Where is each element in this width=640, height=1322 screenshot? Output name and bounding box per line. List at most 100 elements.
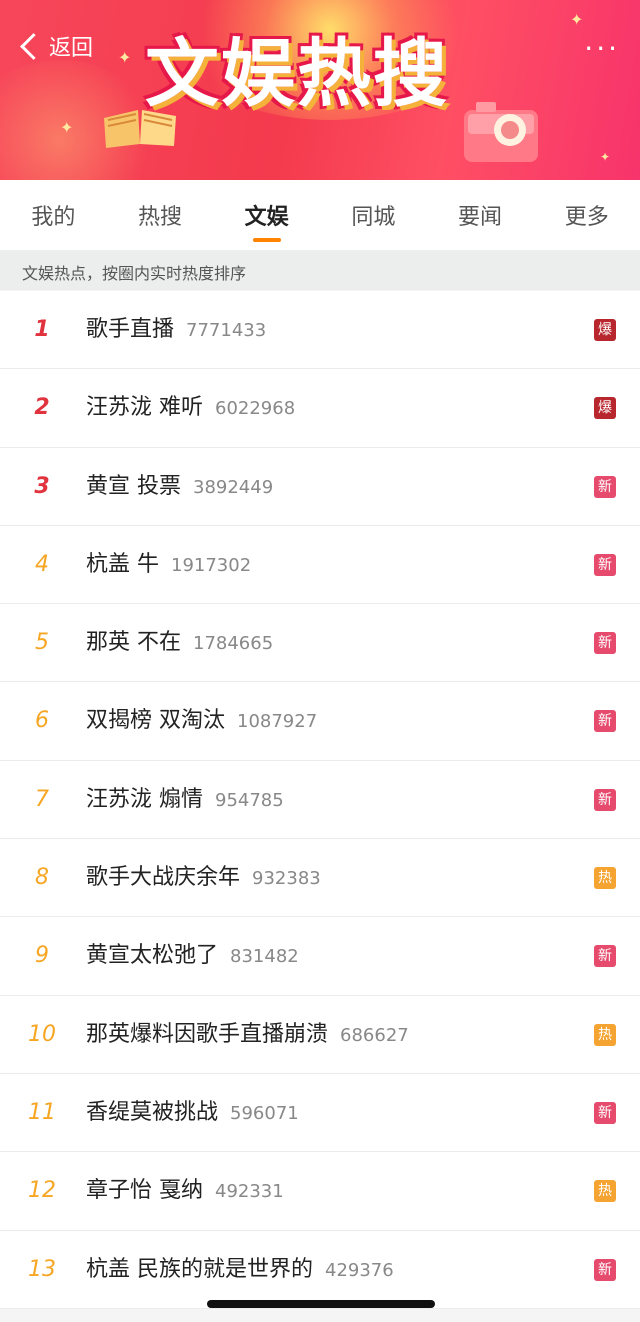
status-badge: 爆 (594, 397, 616, 420)
topic-title-wrap: 那英爆料因歌手直播崩溃 686627 (86, 996, 409, 1073)
status-badge: 爆 (594, 319, 616, 341)
heat-count: 429376 (325, 1259, 394, 1281)
topic-title: 双揭榜 双淘汰 (86, 708, 225, 734)
rank-number: 6 (35, 708, 49, 734)
status-badge: 热 (594, 1023, 616, 1046)
rank-number: 2 (34, 395, 50, 421)
list-description: 文娱热点，按圈内实时热度排序 (0, 250, 640, 290)
heat-count: 1917302 (171, 554, 252, 576)
rank-number: 7 (35, 786, 49, 812)
tab-label: 要闻 (458, 205, 503, 230)
topic-title-wrap: 歌手直播 7771433 (86, 291, 266, 368)
active-tab-indicator (252, 238, 281, 242)
sparkle-icon: ✦ (60, 118, 74, 137)
topic-title-wrap: 汪苏泷 难听 6022968 (86, 369, 295, 446)
category-tabs: 我的 热搜 文娱 同城 要闻 更多 (0, 180, 640, 250)
topic-title-wrap: 黄宣 投票 3892449 (86, 448, 273, 525)
list-item[interactable]: 12 章子怡 戛纳 492331 热 (0, 1152, 640, 1231)
rank-number: 4 (35, 551, 49, 577)
heat-count: 1784665 (193, 633, 274, 655)
topic-title: 汪苏泷 煽情 (86, 786, 203, 812)
tab-label: 我的 (31, 205, 76, 230)
rank-number: 12 (28, 1178, 56, 1204)
heat-count: 492331 (215, 1181, 284, 1203)
status-badge: 热 (594, 1180, 616, 1203)
rank-number: 3 (34, 473, 50, 499)
topic-title: 香缇莫被挑战 (86, 1099, 219, 1125)
topic-title-wrap: 杭盖 民族的就是世界的 429376 (86, 1231, 394, 1308)
topic-title: 那英爆料因歌手直播崩溃 (86, 1021, 329, 1047)
list-description-text: 文娱热点，按圈内实时热度排序 (22, 264, 247, 283)
topic-title: 歌手大战庆余年 (86, 865, 241, 891)
tab-entertainment[interactable]: 文娱 (213, 180, 320, 250)
rank-number: 9 (35, 943, 49, 969)
tab-hot-search[interactable]: 热搜 (107, 180, 214, 250)
status-badge: 新 (594, 632, 616, 655)
topic-title-wrap: 双揭榜 双淘汰 1087927 (86, 682, 317, 759)
tab-local[interactable]: 同城 (320, 180, 427, 250)
tab-more[interactable]: 更多 (533, 180, 640, 250)
tab-label: 同城 (351, 205, 396, 230)
heat-count: 7771433 (186, 320, 267, 341)
heat-count: 686627 (340, 1024, 409, 1046)
tab-label: 文娱 (244, 205, 289, 230)
heat-count: 932383 (252, 868, 321, 890)
heat-count: 1087927 (237, 711, 318, 733)
heat-count: 6022968 (215, 398, 296, 420)
list-item[interactable]: 9 黄宣太松弛了 831482 新 (0, 917, 640, 996)
topic-title: 歌手直播 (86, 317, 175, 342)
status-badge: 新 (594, 1101, 616, 1124)
page-title: 文娱热搜 (145, 31, 449, 117)
status-badge: 新 (594, 710, 616, 733)
hot-search-list: 1 歌手直播 7771433 爆 2 汪苏泷 难听 6022968 爆 3 黄宣 投票 389244… (0, 291, 640, 1309)
heat-count: 831482 (230, 946, 299, 968)
list-item[interactable]: 1 歌手直播 7771433 爆 (0, 291, 640, 370)
sparkle-icon: ✦ (118, 48, 132, 67)
topic-title: 杭盖 牛 (86, 551, 159, 577)
list-item[interactable]: 3 黄宣 投票 3892449 新 (0, 448, 640, 526)
status-badge: 新 (594, 553, 616, 576)
list-item[interactable]: 11 香缇莫被挑战 596071 新 (0, 1074, 640, 1153)
topic-title-wrap: 杭盖 牛 1917302 (86, 526, 251, 603)
heat-count: 3892449 (193, 476, 274, 498)
list-item[interactable]: 5 那英 不在 1784665 新 (0, 604, 640, 683)
back-label: 返回 (49, 36, 94, 61)
tab-label: 热搜 (138, 205, 183, 230)
home-indicator[interactable] (207, 1300, 435, 1308)
list-item[interactable]: 6 双揭榜 双淘汰 1087927 新 (0, 682, 640, 761)
list-item[interactable]: 2 汪苏泷 难听 6022968 爆 (0, 369, 640, 448)
tab-mine[interactable]: 我的 (0, 180, 107, 250)
status-badge: 新 (594, 945, 616, 968)
back-button[interactable]: 返回 (18, 30, 93, 62)
heat-count: 596071 (230, 1102, 299, 1124)
rank-number: 1 (34, 317, 50, 342)
topic-title: 黄宣太松弛了 (86, 943, 219, 969)
rank-number: 5 (35, 630, 49, 656)
status-badge: 热 (594, 867, 616, 890)
topic-title: 那英 不在 (86, 630, 181, 656)
list-item[interactable]: 7 汪苏泷 煽情 954785 新 (0, 761, 640, 840)
topic-title-wrap: 黄宣太松弛了 831482 (86, 917, 299, 994)
status-badge: 新 (594, 788, 616, 811)
tab-news[interactable]: 要闻 (427, 180, 534, 250)
topic-title: 黄宣 投票 (86, 473, 181, 499)
chevron-left-icon (20, 32, 47, 60)
sparkle-icon: ✦ (570, 10, 584, 29)
topic-title: 杭盖 民族的就是世界的 (86, 1256, 313, 1282)
more-options-button[interactable]: ··· (584, 35, 620, 63)
status-badge: 新 (594, 1258, 616, 1281)
topic-title-wrap: 章子怡 戛纳 492331 (86, 1152, 284, 1229)
camera-icon (464, 102, 538, 162)
list-item[interactable]: 8 歌手大战庆余年 932383 热 (0, 839, 640, 918)
rank-number: 11 (28, 1099, 56, 1125)
topic-title-wrap: 那英 不在 1784665 (86, 604, 273, 681)
list-item[interactable]: 10 那英爆料因歌手直播崩溃 686627 热 (0, 996, 640, 1074)
header-banner: ✦ ✦ ✦ ✦ 返回 文娱热搜 ··· (0, 0, 640, 180)
list-item[interactable]: 13 杭盖 民族的就是世界的 429376 新 (0, 1231, 640, 1309)
topic-title: 章子怡 戛纳 (86, 1178, 203, 1204)
status-badge: 新 (594, 475, 616, 498)
sparkle-icon: ✦ (600, 150, 611, 164)
topic-title-wrap: 香缇莫被挑战 596071 (86, 1074, 299, 1151)
list-item[interactable]: 4 杭盖 牛 1917302 新 (0, 526, 640, 605)
rank-number: 10 (28, 1021, 56, 1047)
